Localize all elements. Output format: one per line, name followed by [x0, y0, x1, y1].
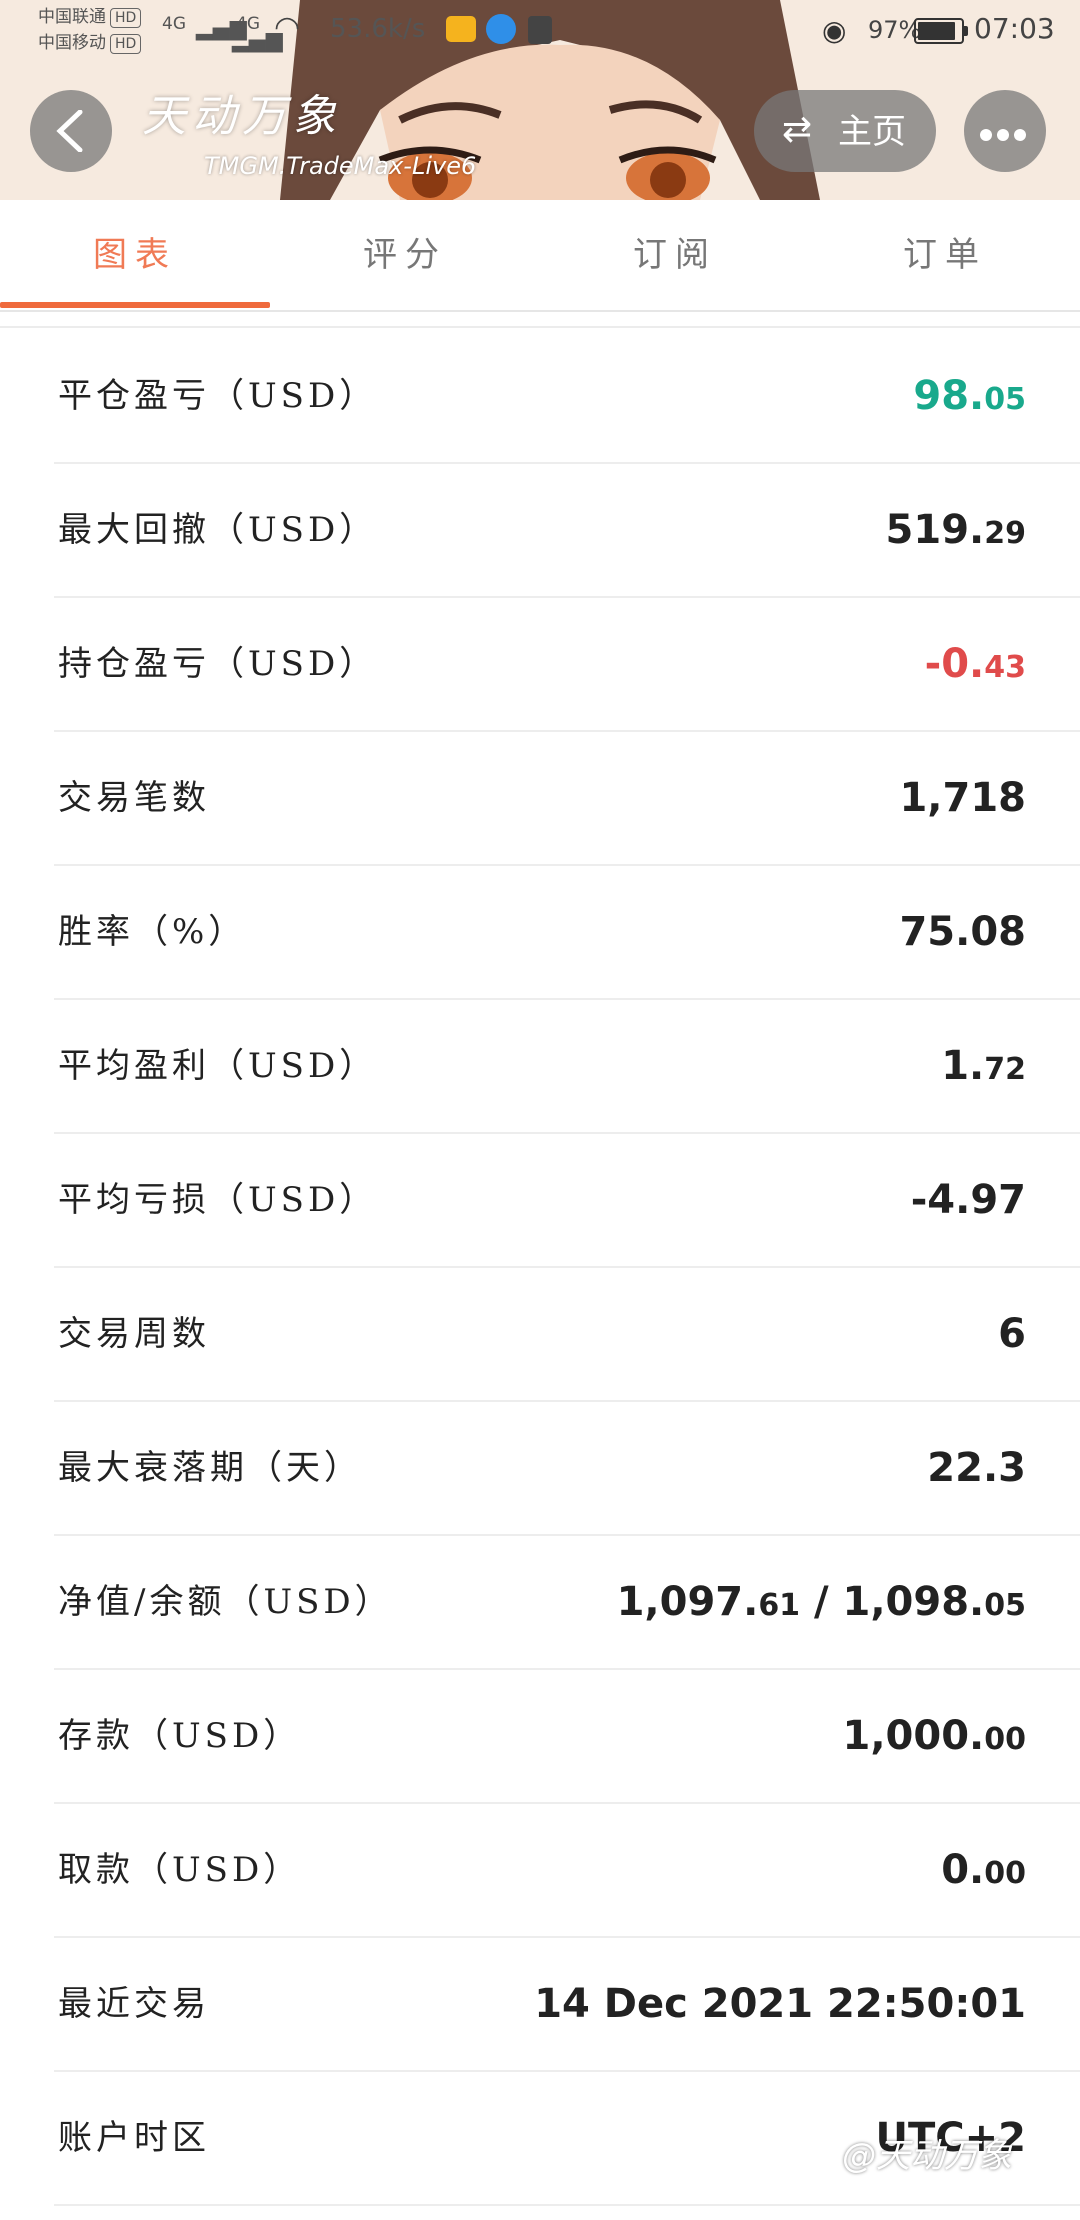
stat-label: 存款（USD）	[58, 1716, 302, 1756]
stat-label: 平均盈利（USD）	[58, 1046, 378, 1086]
stats-list: 平仓盈亏（USD） 98.05 最大回撤（USD） 519.29 持仓盈亏（USD） -0…	[0, 330, 1080, 2206]
stat-row: 交易周数 6	[54, 1268, 1080, 1402]
stat-value-integer: 1,718	[899, 775, 1026, 821]
battery-fill	[918, 22, 955, 40]
stat-label: 平均亏损（USD）	[58, 1180, 378, 1220]
stat-value-decimal: 43	[984, 650, 1026, 685]
carrier-1: 中国联通	[38, 7, 106, 27]
stat-row: 交易笔数 1,718	[54, 732, 1080, 866]
stat-value-integer: 519.	[885, 507, 985, 553]
chat-notification-icon	[486, 14, 516, 44]
carrier-2: 中国移动	[38, 33, 106, 53]
header-banner: 中国联通 HD 中国移动 HD 4G ▂▄▆ 4G ▂▄▆ ◠ 53.6k/s ◉ …	[0, 0, 1080, 200]
stat-row: 存款（USD） 1,000.00	[54, 1670, 1080, 1804]
stat-label: 账户时区	[58, 2118, 210, 2158]
stat-value-decimal: 29	[984, 516, 1026, 551]
chevron-left-icon	[56, 110, 83, 152]
home-button-label: 主页	[838, 112, 906, 152]
wifi-icon: ◠	[274, 10, 301, 45]
status-bar: 中国联通 HD 中国移动 HD 4G ▂▄▆ 4G ▂▄▆ ◠ 53.6k/s ◉ …	[0, 0, 1080, 66]
stat-value: -4.97	[911, 1134, 1026, 1266]
stat-label: 最大回撤（USD）	[58, 510, 378, 550]
stat-value: 22.3	[927, 1402, 1026, 1534]
stat-value: 1,718	[899, 732, 1026, 864]
stat-row: 最大回撤（USD） 519.29	[54, 464, 1080, 598]
home-button[interactable]: ⇄ 主页	[754, 90, 936, 172]
stat-label: 最近交易	[58, 1984, 210, 2024]
tab-rating[interactable]: 评分	[270, 200, 540, 310]
stat-value: -0.43	[925, 598, 1026, 734]
stat-value-decimal: 61	[758, 1588, 801, 1623]
stat-value: 1,097.61 / 1,098.05	[617, 1536, 1026, 1672]
stat-row: 平均盈利（USD） 1.72	[54, 1000, 1080, 1134]
stat-row: 胜率（%） 75.08	[54, 866, 1080, 1000]
stat-label: 持仓盈亏（USD）	[58, 644, 378, 684]
page-title: 天动万象	[142, 91, 342, 142]
network-4g-label: 4G	[162, 14, 186, 34]
stat-value-decimal: 00	[984, 1722, 1026, 1757]
stat-value: 1.72	[941, 1000, 1026, 1136]
stat-row: 净值/余额（USD） 1,097.61 / 1,098.05	[54, 1536, 1080, 1670]
network-speed: 53.6k/s	[330, 14, 426, 44]
tab-bar: 图表 评分 订阅 订单	[0, 200, 1080, 312]
hd-badge: HD	[110, 8, 142, 28]
lock-notification-icon	[528, 16, 552, 44]
stat-label: 净值/余额（USD）	[58, 1582, 393, 1622]
stat-value-decimal: 00	[984, 1856, 1026, 1891]
stat-value: 75.08	[899, 866, 1026, 998]
tab-chart[interactable]: 图表	[0, 200, 270, 310]
stat-row: 平仓盈亏（USD） 98.05	[54, 330, 1080, 464]
stat-value: 0.00	[941, 1804, 1026, 1940]
divider	[0, 326, 1080, 328]
stat-value: 519.29	[886, 464, 1026, 600]
tab-subscribe[interactable]: 订阅	[540, 200, 810, 310]
stat-row: 持仓盈亏（USD） -0.43	[54, 598, 1080, 732]
stat-row: 最近交易 14 Dec 2021 22:50:01	[54, 1938, 1080, 2072]
stat-label: 最大衰落期（天）	[58, 1448, 362, 1488]
active-tab-indicator	[0, 302, 270, 308]
hd-badge: HD	[110, 34, 142, 54]
stat-value-decimal: 05	[984, 1588, 1026, 1623]
mail-notification-icon	[446, 16, 476, 42]
stat-value-integer: / 1,098.	[800, 1579, 985, 1625]
stat-value: 14 Dec 2021 22:50:01	[534, 1938, 1026, 2070]
carrier-info: 中国联通 HD 中国移动 HD	[38, 4, 142, 56]
eye-comfort-icon: ◉	[822, 14, 847, 47]
stat-value-integer: -0.	[924, 641, 985, 687]
stat-value: 1,000.00	[843, 1670, 1026, 1806]
stat-label: 交易周数	[58, 1314, 210, 1354]
stat-value-integer: 1,097.	[616, 1579, 759, 1625]
tab-orders[interactable]: 订单	[810, 200, 1080, 310]
stat-value-integer: -4.97	[910, 1177, 1026, 1223]
more-dots-icon	[980, 126, 1031, 145]
stat-value-decimal: 05	[984, 382, 1026, 417]
stat-row: 取款（USD） 0.00	[54, 1804, 1080, 1938]
clock: 07:03	[974, 12, 1055, 45]
stat-value-decimal: 72	[984, 1052, 1026, 1087]
watermark: @天动万象	[842, 2136, 1012, 2176]
stat-row: 最大衰落期（天） 22.3	[54, 1402, 1080, 1536]
stat-label: 取款（USD）	[58, 1850, 302, 1890]
stat-value-integer: 14 Dec 2021 22:50:01	[534, 1981, 1026, 2027]
swap-arrows-icon: ⇄	[782, 109, 813, 150]
stat-value-integer: 6	[998, 1311, 1026, 1357]
stat-value-integer: 98.	[913, 373, 985, 419]
stat-value: 6	[998, 1268, 1026, 1400]
battery-icon	[914, 18, 968, 44]
stat-value-integer: 22.3	[927, 1445, 1026, 1491]
stat-value-integer: 75.08	[899, 909, 1026, 955]
stat-label: 交易笔数	[58, 778, 210, 818]
back-button[interactable]	[30, 90, 112, 172]
stat-value-integer: 1.	[941, 1043, 985, 1089]
stat-value: 98.05	[913, 330, 1026, 466]
account-subtitle: TMGM.TradeMax-Live6	[204, 152, 477, 180]
stat-label: 平仓盈亏（USD）	[58, 376, 378, 416]
stat-value-integer: 0.	[941, 1847, 985, 1893]
stat-label: 胜率（%）	[58, 912, 247, 952]
stat-row: 平均亏损（USD） -4.97	[54, 1134, 1080, 1268]
stat-value-integer: 1,000.	[842, 1713, 985, 1759]
more-button[interactable]	[964, 90, 1046, 172]
